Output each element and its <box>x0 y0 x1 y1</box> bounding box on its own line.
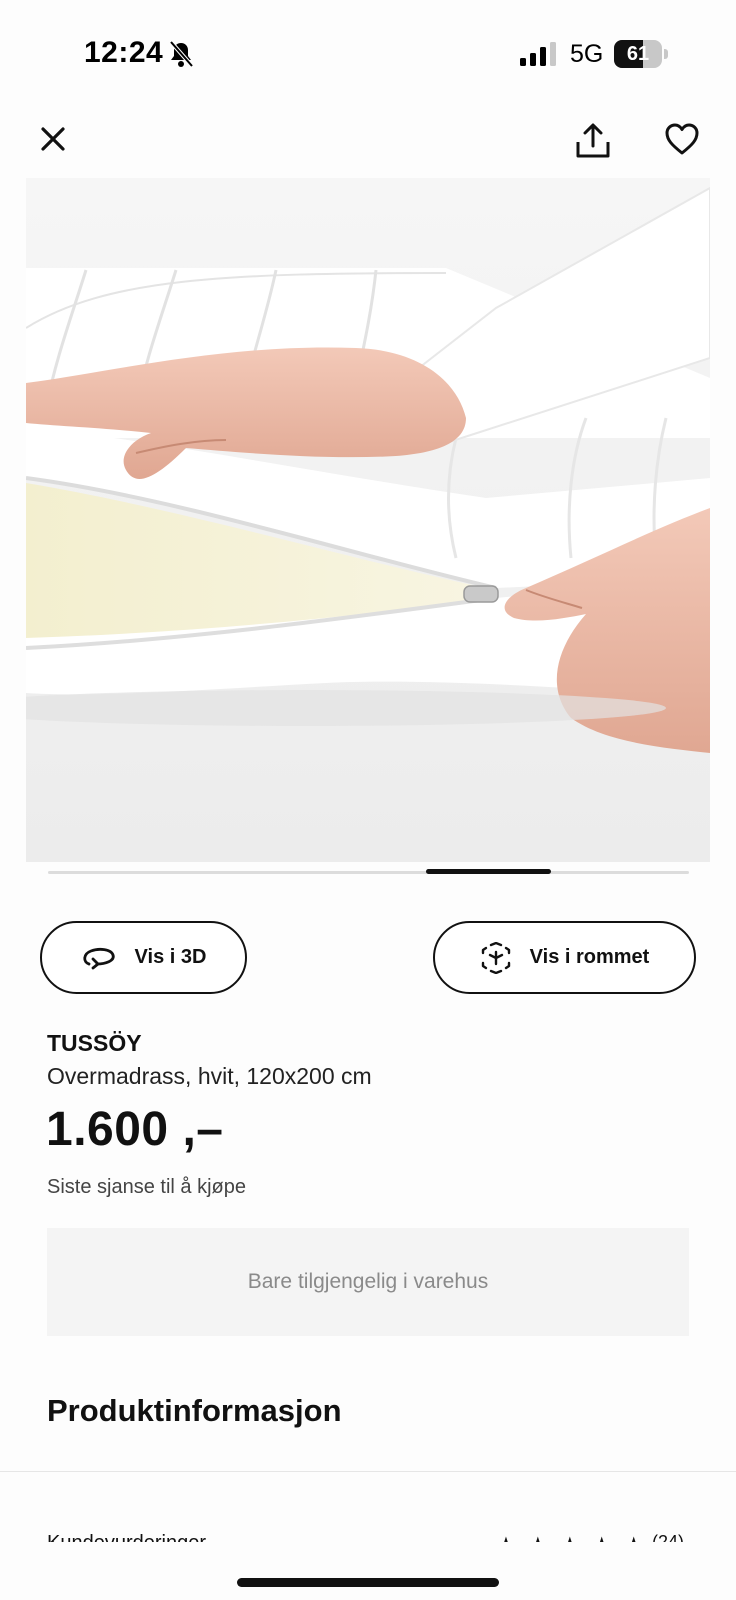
divider <box>0 1471 736 1472</box>
view-3d-button[interactable]: Vis i 3D <box>40 921 247 994</box>
cellular-signal-icon <box>520 42 556 66</box>
product-name[interactable]: TUSSÖY <box>47 1030 142 1057</box>
carousel-position-indicator[interactable] <box>426 869 552 874</box>
close-icon[interactable] <box>36 122 70 156</box>
network-type: 5G <box>570 40 604 68</box>
rotate-3d-icon <box>82 947 115 969</box>
product-photo <box>26 178 710 862</box>
heart-icon[interactable] <box>664 122 700 156</box>
view-3d-label: Vis i 3D <box>134 946 207 968</box>
share-icon[interactable] <box>574 122 612 160</box>
battery-level: 61 <box>626 43 650 65</box>
ar-cube-icon <box>481 941 510 974</box>
reviews-row[interactable]: Kundevurderinger ★★★★★ (24) <box>0 1532 736 1542</box>
carousel-track <box>48 871 689 874</box>
reviews-count: (24) <box>652 1532 685 1542</box>
product-price: 1.600 ,– <box>46 1103 224 1156</box>
view-in-room-label: Vis i rommet <box>529 946 650 968</box>
store-only-label: Bare tilgjengelig i varehus <box>247 1270 489 1293</box>
reviews-label: Kundevurderinger <box>47 1532 206 1542</box>
view-in-room-button[interactable]: Vis i rommet <box>433 921 696 994</box>
product-image[interactable] <box>26 178 710 862</box>
home-indicator[interactable] <box>237 1578 499 1587</box>
product-description: Overmadrass, hvit, 120x200 cm <box>47 1063 372 1089</box>
rating-stars: ★★★★★ <box>497 1532 657 1542</box>
status-bar: 12:24 5G 61 <box>0 0 736 90</box>
availability-note: Siste sjanse til å kjøpe <box>47 1176 246 1198</box>
product-info-heading[interactable]: Produktinformasjon <box>47 1393 342 1429</box>
battery-indicator: 61 <box>614 40 668 68</box>
status-time: 12:24 <box>84 36 164 69</box>
store-only-banner: Bare tilgjengelig i varehus <box>47 1228 689 1336</box>
bell-muted-icon <box>169 40 194 68</box>
